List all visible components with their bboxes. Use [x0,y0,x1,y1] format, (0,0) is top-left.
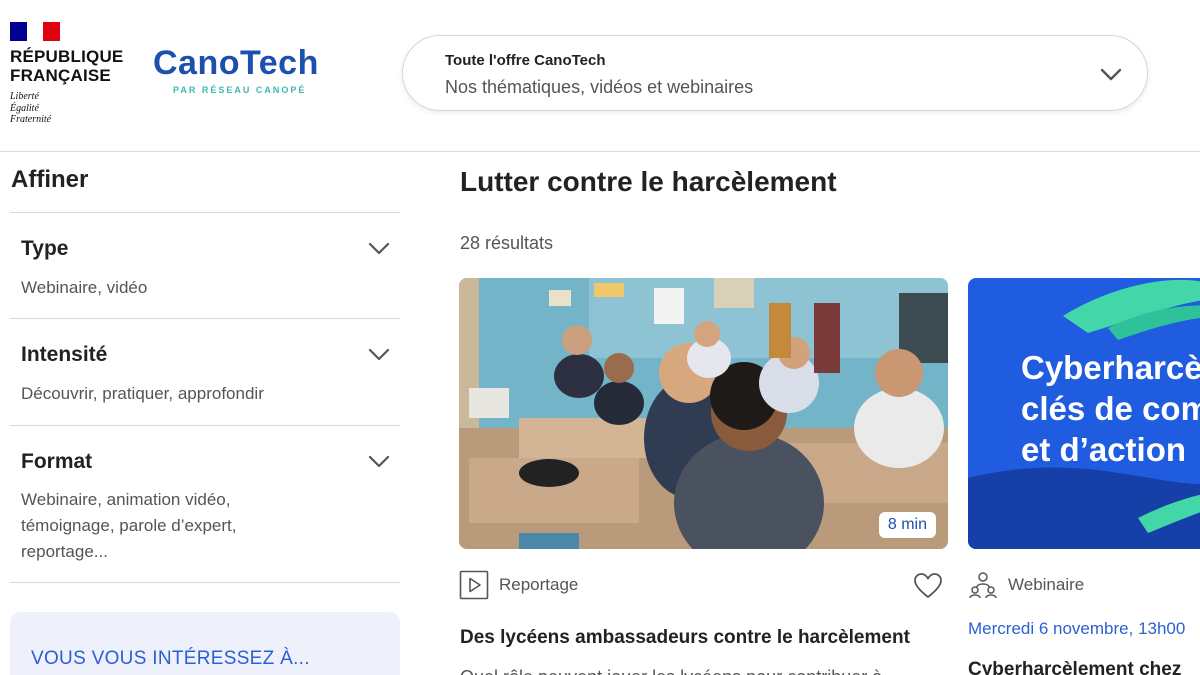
results-count: 28 résultats [460,233,554,253]
classroom-photo [459,278,948,549]
chevron-down-icon[interactable] [1099,62,1123,86]
filter-value: Webinaire, vidéo [21,278,148,297]
filter-intensite[interactable]: Intensité Découvrir, pratiquer, approfon… [10,318,400,425]
card-type: Webinaire [968,570,1084,600]
offer-selector-subtitle: Nos thématiques, vidéos et webinaires [445,77,754,97]
card-date: Mercredi 6 novembre, 13h00 [968,619,1186,638]
card-type: Reportage [459,570,578,600]
heart-icon[interactable] [913,572,943,600]
card-type-label: Webinaire [1008,575,1085,594]
people-icon [969,572,997,599]
filter-type[interactable]: Type Webinaire, vidéo [10,212,400,318]
promo-text: VOUS VOUS INTÉRESSEZ À... [31,648,310,669]
canotech-logo[interactable]: CanoTech PAR RÉSEAU CANOPÉ [153,44,353,95]
filter-format[interactable]: Format Webinaire, animation vidéo, témoi… [10,425,400,583]
chevron-down-icon[interactable] [368,237,390,259]
rf-motto: Liberté Égalité Fraternité [10,91,52,125]
interest-promo-box[interactable]: VOUS VOUS INTÉRESSEZ À... [10,612,400,675]
webinar-banner: Cyberharcè clés de com et d’action [968,278,1200,549]
republique-francaise-logo[interactable]: RÉPUBLIQUE FRANÇAISE Liberté Égalité Fra… [10,22,140,126]
filter-value: Découvrir, pratiquer, approfondir [21,384,264,403]
sidebar-heading: Affiner [11,166,89,193]
chevron-down-icon[interactable] [368,343,390,365]
card-title[interactable]: Cyberharcèlement chez [968,659,1181,675]
offer-selector-title: Toute l'offre CanoTech [445,52,606,69]
card-thumbnail[interactable]: 8 min [459,278,948,549]
filter-title: Type [21,237,69,260]
banner-line: Cyberharcè [1021,349,1200,386]
duration-badge: 8 min [878,512,936,538]
filter-title: Intensité [21,343,108,366]
banner-line: clés de com [1021,390,1200,427]
canotech-wordmark: CanoTech [153,44,319,82]
filter-title: Format [21,450,93,473]
card-title[interactable]: Des lycéens ambassadeurs contre le harcè… [460,627,910,649]
chevron-down-icon[interactable] [368,450,390,472]
card-type-label: Reportage [499,575,579,594]
rf-name: RÉPUBLIQUE FRANÇAISE [10,47,124,85]
canotech-tagline: PAR RÉSEAU CANOPÉ [173,85,307,95]
banner-line: et d’action [1021,431,1186,468]
french-flag-icon [10,22,61,41]
page-title: Lutter contre le harcèlement [460,166,837,197]
card-description: Quel rôle peuvent jouer les lycéens pour… [460,667,882,675]
filter-sidebar: Affiner Type Webinaire, vidéo Intensité … [10,152,400,675]
offer-selector[interactable]: Toute l'offre CanoTech Nos thématiques, … [402,35,1148,111]
site-header: RÉPUBLIQUE FRANÇAISE Liberté Égalité Fra… [0,0,1200,152]
filter-value: Webinaire, animation vidéo, témoignage, … [21,490,237,561]
card-thumbnail[interactable]: Cyberharcè clés de com et d’action [968,278,1200,549]
play-icon [459,570,489,600]
